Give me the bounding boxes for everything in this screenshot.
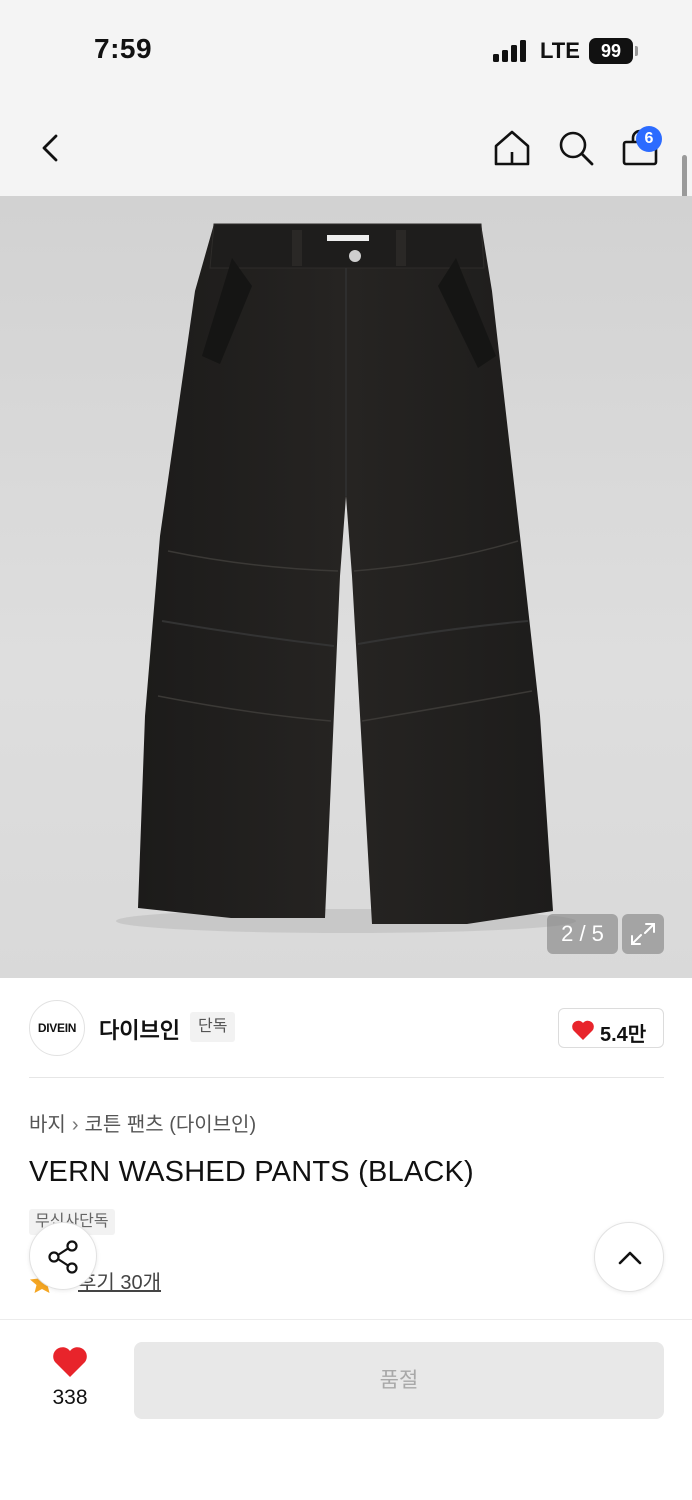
battery-icon: 99	[589, 38, 633, 64]
brand-exclusive-tag: 단독	[190, 1012, 236, 1042]
expand-icon[interactable]	[622, 914, 664, 954]
share-button[interactable]	[29, 1222, 97, 1290]
chevron-left-icon[interactable]	[32, 128, 72, 168]
heart-icon[interactable]	[51, 1345, 89, 1379]
breadcrumb-category[interactable]: 바지	[29, 1114, 66, 1136]
brand-like-button[interactable]: 5.4만	[558, 1008, 664, 1048]
image-pager: 2 / 5	[547, 914, 618, 954]
brand-name[interactable]: 다이브인	[99, 1013, 180, 1045]
cart-count-badge: 6	[636, 126, 662, 152]
product-title: VERN WASHED PANTS (BLACK)	[29, 1156, 474, 1188]
breadcrumb: 바지 › 코튼 팬츠 (다이브인)	[29, 1108, 256, 1137]
soldout-button[interactable]: 품절	[134, 1342, 664, 1419]
status-bar: 7:59 LTE 99	[0, 0, 692, 100]
network-label: LTE	[540, 38, 580, 63]
scroll-top-button[interactable]	[594, 1222, 664, 1292]
breadcrumb-chevron-icon: ›	[71, 1114, 79, 1136]
search-icon[interactable]	[556, 128, 596, 168]
brand-row: DIVEIN 다이브인 단독 5.4만	[0, 978, 692, 1078]
product-image[interactable]	[0, 196, 692, 978]
divider	[29, 1077, 664, 1078]
battery-nub	[635, 46, 638, 56]
breadcrumb-subcategory[interactable]: 코튼 팬츠 (다이브인)	[84, 1114, 256, 1136]
like-count: 338	[52, 1386, 88, 1409]
signal-icon	[493, 40, 527, 62]
heart-icon	[572, 1020, 594, 1040]
chevron-up-icon	[618, 1251, 642, 1265]
nav-bar	[0, 100, 692, 196]
share-icon	[48, 1240, 78, 1274]
brand-like-count: 5.4만	[600, 1024, 647, 1046]
home-icon[interactable]	[492, 128, 532, 168]
brand-logo[interactable]: DIVEIN	[29, 1000, 85, 1056]
status-time: 7:59	[94, 33, 153, 64]
pants-illustration	[116, 223, 576, 933]
